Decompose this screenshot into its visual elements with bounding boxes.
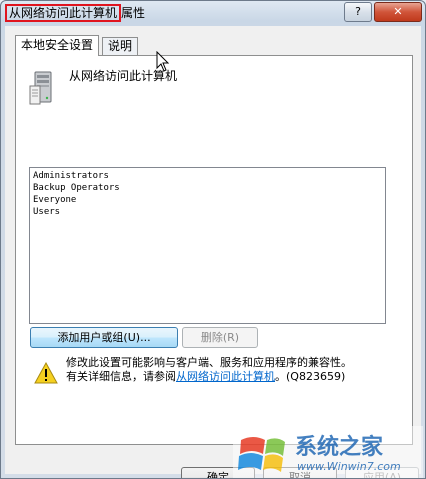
tab-explain[interactable]: 说明: [102, 37, 139, 55]
list-item[interactable]: Users: [31, 206, 120, 218]
list-item[interactable]: Everyone: [31, 194, 120, 206]
tab-local-security-setting[interactable]: 本地安全设置: [15, 35, 100, 56]
close-button[interactable]: ✕: [374, 2, 422, 22]
window-title: 从网络访问此计算机 属性: [5, 4, 145, 22]
watermark-brand: 系统之家: [295, 434, 384, 460]
tab-panel: 从网络访问此计算机 Administrators Backup Operator…: [15, 55, 413, 445]
title-highlighted: 从网络访问此计算机: [5, 4, 122, 22]
warning-suffix: 。(Q823659): [275, 370, 346, 383]
title-bar[interactable]: 从网络访问此计算机 属性 ? ✕: [1, 1, 425, 25]
close-icon: ✕: [393, 5, 403, 18]
warning-prefix: 有关详细信息，请参阅: [66, 370, 176, 383]
help-link[interactable]: 从网络访问此计算机: [176, 370, 275, 383]
server-icon: [29, 71, 52, 105]
watermark-logo: 系统之家 www.Winwin7.com: [233, 426, 423, 478]
help-button[interactable]: ?: [344, 2, 372, 22]
compatibility-warning: 修改此设置可能影响与客户端、服务和应用程序的兼容性。 有关详细信息，请参阅从网络…: [66, 356, 352, 384]
warning-line-2: 有关详细信息，请参阅从网络访问此计算机。(Q823659): [66, 370, 352, 384]
warning-icon: [34, 362, 58, 384]
remove-button[interactable]: 删除(R): [182, 327, 258, 348]
title-suffix: 属性: [121, 6, 146, 20]
watermark-url: www.Winwin7.com: [297, 460, 401, 473]
list-item[interactable]: Backup Operators: [31, 182, 120, 194]
site-watermark: 系统之家 www.Winwin7.com: [233, 426, 423, 478]
warning-line-1: 修改此设置可能影响与客户端、服务和应用程序的兼容性。: [66, 356, 352, 369]
account-listbox[interactable]: Administrators Backup Operators Everyone…: [29, 167, 386, 324]
list-item[interactable]: Administrators: [31, 170, 120, 182]
tab-label: 本地安全设置: [21, 38, 94, 52]
mouse-cursor-icon: [156, 51, 170, 72]
tab-label: 说明: [108, 39, 133, 53]
help-icon: ?: [355, 5, 361, 18]
account-list: Administrators Backup Operators Everyone…: [31, 170, 120, 218]
add-user-or-group-button[interactable]: 添加用户或组(U)...: [30, 327, 178, 348]
properties-window: 从网络访问此计算机 属性 ? ✕ 本地安全设置 说明 从网络访问此计算机 Adm…: [0, 0, 426, 479]
dialog-body: 本地安全设置 说明 从网络访问此计算机 Administrators Backu…: [5, 26, 421, 478]
